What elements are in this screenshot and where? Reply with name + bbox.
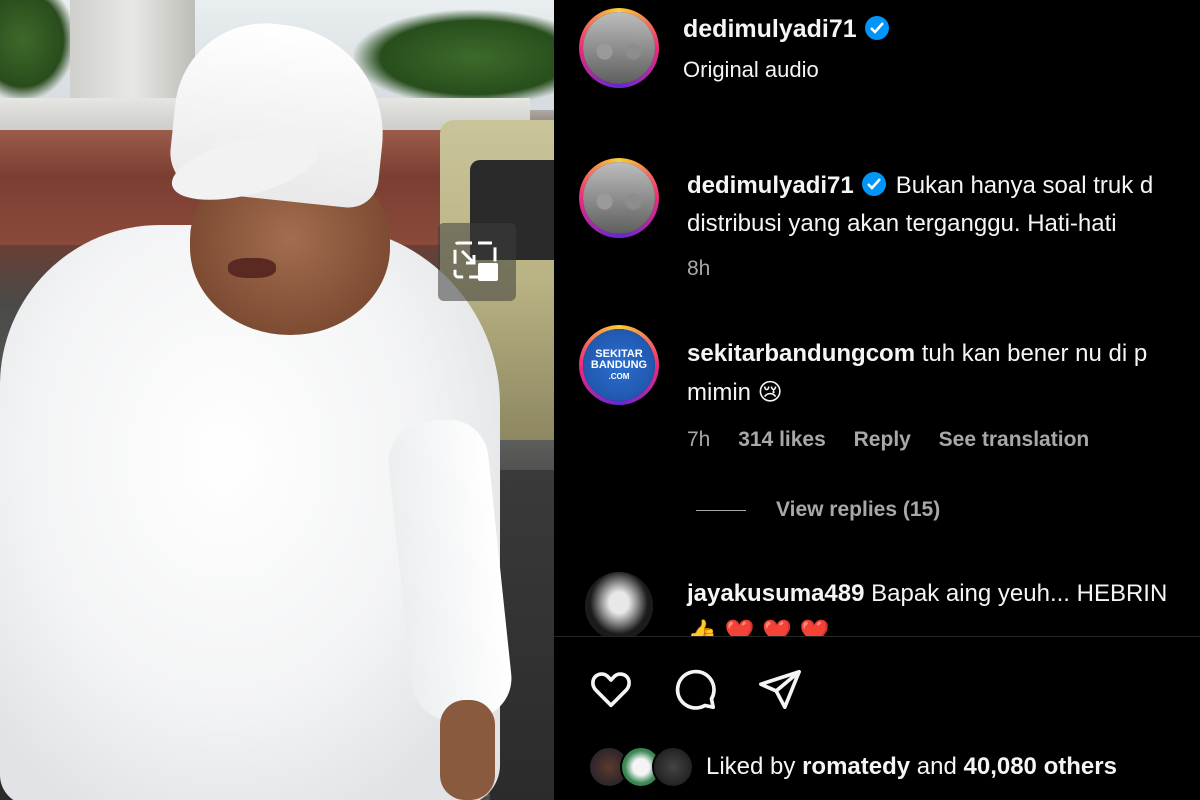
comment-username[interactable]: sekitarbandungcom	[687, 340, 915, 367]
comment-text-line2: distribusi yang akan terganggu. Hati-hat…	[687, 210, 1117, 237]
video-tree-right	[354, 10, 554, 105]
liked-by-user[interactable]: romatedy	[802, 753, 910, 780]
comment-username[interactable]: jayakusuma489	[687, 580, 864, 607]
header-avatar-image	[583, 12, 655, 84]
heart-icon[interactable]	[588, 666, 634, 712]
crying-emoji: 😢	[757, 378, 783, 406]
video-tree-left	[0, 0, 75, 100]
comment-avatar[interactable]	[579, 158, 659, 238]
sekitarbandung-logo: SEKITAR BANDUNG .COM	[583, 329, 655, 401]
header-username[interactable]: dedimulyadi71	[683, 15, 889, 44]
view-replies-line	[696, 509, 746, 511]
view-replies-label[interactable]: View replies (15)	[776, 498, 940, 521]
share-icon[interactable]	[757, 666, 803, 712]
comment-username[interactable]: dedimulyadi71	[687, 172, 854, 199]
comment-avatar[interactable]: SEKITAR BANDUNG .COM	[579, 325, 659, 405]
video-person-mouth	[228, 258, 276, 278]
comment-avatar[interactable]	[585, 572, 653, 640]
liked-by-text[interactable]: Liked by romatedy and 40,080 others	[706, 753, 1117, 781]
divider	[554, 636, 1200, 637]
liked-by-count[interactable]: 40,080 others	[964, 753, 1117, 780]
header-avatar[interactable]	[579, 8, 659, 88]
video-person-hand	[440, 700, 495, 800]
comment-icon[interactable]	[672, 666, 718, 712]
comment-avatar-image	[583, 162, 655, 234]
reel-video[interactable]	[0, 0, 554, 800]
comments-panel: dedimulyadi71 Original audio dedimulyadi…	[554, 0, 1200, 800]
video-pillar	[70, 0, 195, 105]
pip-button[interactable]	[438, 223, 516, 301]
comment-time: 8h	[687, 257, 711, 280]
comment-body: dedimulyadi71 Bukan hanya soal truk d dis…	[687, 167, 1153, 243]
liker-avatar[interactable]	[652, 746, 694, 788]
comment-likes[interactable]: 314 likes	[738, 428, 826, 451]
reply-button[interactable]: Reply	[854, 428, 911, 451]
skull-avatar-image	[585, 572, 653, 640]
verified-icon	[861, 172, 886, 196]
comment-body: sekitarbandungcom tuh kan bener nu di p …	[687, 335, 1147, 412]
comment-meta: 8h	[687, 257, 732, 281]
comment-text-line2: mimin	[687, 379, 751, 406]
comment-text-line1: Bukan hanya soal truk d	[895, 172, 1154, 199]
comment-text-line1: tuh kan bener nu di p	[921, 340, 1148, 367]
verified-icon	[864, 16, 889, 40]
comment-time: 7h	[687, 428, 711, 451]
view-replies-button[interactable]: View replies (15)	[696, 498, 940, 522]
header-username-text[interactable]: dedimulyadi71	[683, 15, 857, 43]
comment-meta: 7h 314 likes Reply See translation	[687, 428, 1111, 452]
header-audio-label[interactable]: Original audio	[683, 57, 819, 83]
liked-by-row: Liked by romatedy and 40,080 others	[588, 746, 1117, 788]
comment-text-line1: Bapak aing yeuh... HEBRIN	[871, 580, 1168, 607]
pip-icon	[453, 241, 498, 281]
action-bar	[588, 666, 837, 717]
see-translation-button[interactable]: See translation	[939, 428, 1090, 451]
